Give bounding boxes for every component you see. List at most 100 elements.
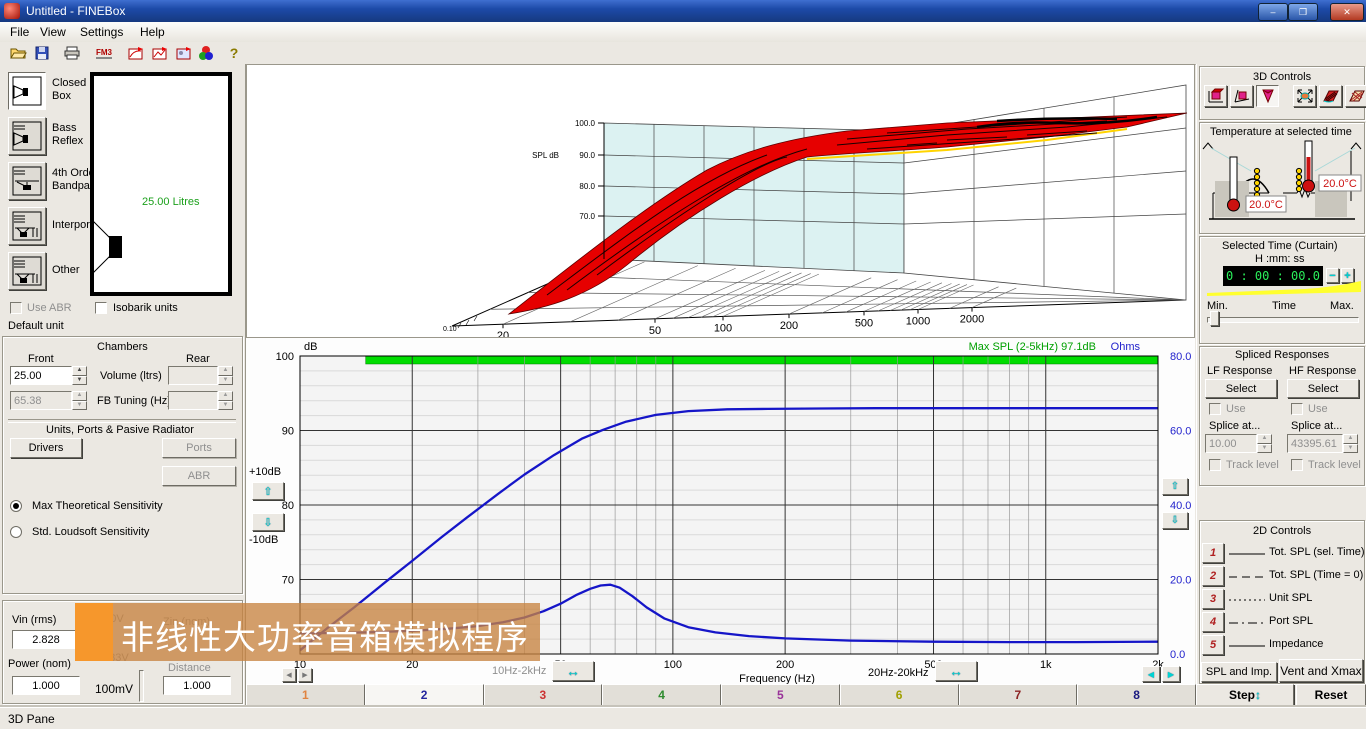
export-graph2-icon[interactable] (150, 44, 170, 62)
curve-3-toggle-button[interactable]: 3 (1202, 589, 1224, 609)
z-axis-title: SPL dB (532, 151, 559, 160)
minimize-button[interactable]: – (1258, 3, 1288, 21)
tab-2[interactable]: 2 (365, 684, 484, 706)
box-type-label: Other (52, 264, 80, 276)
y-axis-tick-label: 70 (282, 575, 294, 587)
curve-number-icon: 2 (1210, 570, 1216, 582)
curve-4-toggle-button[interactable]: 4 (1202, 612, 1224, 632)
shift-up-10db-button[interactable]: ⇧ (252, 482, 284, 500)
front-volume-input[interactable] (10, 366, 72, 385)
pane-3d[interactable]: 100.090.080.070.0SPL dB20501002005001000… (246, 64, 1195, 338)
step-button[interactable]: Step↕ (1196, 684, 1294, 706)
pan-right-button[interactable]: ▶ (1162, 666, 1180, 682)
save-icon[interactable] (32, 44, 52, 62)
menu-settings[interactable]: Settings (76, 25, 127, 39)
menu-view[interactable]: View (36, 25, 70, 39)
imp-scale-down-button[interactable]: ⇩ (1162, 512, 1188, 529)
imp-scale-up-button[interactable]: ⇧ (1162, 478, 1188, 495)
power-input[interactable] (12, 676, 80, 695)
divider (8, 419, 236, 423)
view-3d-cone-button[interactable] (1256, 85, 1279, 107)
view-3d-front-button[interactable] (1204, 85, 1227, 107)
time-slider-thumb[interactable] (1210, 311, 1219, 326)
distance-input[interactable] (163, 676, 231, 695)
menu-file[interactable]: File (6, 25, 33, 39)
legend-line-sample (1229, 643, 1265, 649)
tab-3[interactable]: 3 (484, 684, 603, 706)
drivers-button-label: Drivers (29, 442, 64, 454)
use-abr-label: Use ABR (27, 302, 72, 314)
fit-view-button[interactable] (1293, 85, 1316, 107)
right-thermometer-icon (1303, 141, 1315, 192)
front-volume-spinner[interactable] (72, 366, 87, 385)
cube-axis-icon (1207, 88, 1225, 104)
x-3d-tick-label: 500 (855, 317, 873, 329)
up-arrow-icon: ⇧ (1171, 481, 1179, 492)
view-3d-side-button[interactable] (1230, 85, 1253, 107)
lf-select-button[interactable]: Select (1205, 379, 1277, 398)
legend-line-sample (1229, 620, 1265, 626)
max-sensitivity-radio[interactable] (10, 500, 22, 512)
restore-button[interactable]: ❒ (1288, 3, 1318, 21)
zoom-low-range-button[interactable]: ↔ (552, 661, 594, 681)
level-slider[interactable] (139, 670, 144, 702)
x-3d-tick-label: 50 (649, 325, 661, 337)
vent-and-xmax-button[interactable]: Vent and Xmax (1279, 659, 1363, 682)
spl-and-imp-button[interactable]: SPL and Imp. (1201, 662, 1277, 682)
box-type-interport-button[interactable] (8, 207, 46, 245)
x-3d-tick-label: 200 (780, 320, 798, 332)
ohm-axis-tick-label: 40.0 (1170, 500, 1191, 512)
export-image-icon[interactable] (174, 44, 194, 62)
caption-overlay: 非线性大功率音箱模拟程序 (75, 603, 540, 661)
mv100-label: 100mV (95, 682, 133, 696)
colors-tool-icon[interactable] (196, 44, 216, 62)
export-graph1-icon[interactable] (126, 44, 146, 62)
hf-select-button[interactable]: Select (1287, 379, 1359, 398)
std-sensitivity-radio[interactable] (10, 526, 22, 538)
tab-6[interactable]: 6 (840, 684, 959, 706)
box-type-closed-box-button[interactable] (8, 72, 46, 110)
controls-3d-title: 3D Controls (1253, 71, 1311, 83)
time-slider-track[interactable] (1207, 317, 1359, 323)
closed-box-icon (9, 73, 45, 109)
left-arrow-icon: ◀ (1148, 670, 1154, 679)
tab-1[interactable]: 1 (246, 684, 365, 706)
tab-4[interactable]: 4 (602, 684, 721, 706)
pan-left-button[interactable]: ◀ (1142, 666, 1160, 682)
open-file-icon[interactable] (8, 44, 28, 62)
scroll-right-small-button[interactable]: ▶ (298, 668, 312, 682)
print-icon[interactable] (62, 44, 82, 62)
surface-solid-button[interactable] (1319, 85, 1342, 107)
shift-down-10db-button[interactable]: ⇩ (252, 513, 284, 531)
minimize-icon: – (1270, 7, 1275, 17)
x-axis-line (452, 300, 1186, 326)
title-bar: Untitled - FINEBox – ❒ ✕ (0, 0, 1366, 22)
fm3-tool-icon[interactable]: FM3 (92, 44, 116, 62)
scroll-left-small-button[interactable]: ◀ (282, 668, 296, 682)
zoom-full-range-button[interactable]: ↔ (935, 661, 977, 681)
x-axis-title: Frequency (Hz) (739, 673, 815, 684)
drivers-button[interactable]: Drivers (10, 438, 82, 458)
x-3d-tick-label: 20 (497, 330, 509, 337)
box-type-4th-order-bandpass-button[interactable] (8, 162, 46, 200)
lf-use-label: Use (1226, 403, 1246, 415)
default-unit-label: Default unit (8, 320, 64, 332)
box-type-bass-reflex-button[interactable] (8, 117, 46, 155)
curve-1-toggle-button[interactable]: 1 (1202, 543, 1224, 563)
chambers-title: Chambers (97, 341, 148, 353)
down-arrow-icon: ⇩ (1171, 515, 1179, 526)
isobarik-checkbox[interactable] (95, 302, 107, 314)
surface-wire-button[interactable] (1345, 85, 1366, 107)
help-tool-icon[interactable]: ? (224, 44, 244, 62)
reset-button[interactable]: Reset (1296, 684, 1366, 706)
curve-5-toggle-button[interactable]: 5 (1202, 635, 1224, 655)
box-type-other-button[interactable] (8, 252, 46, 290)
vin-input[interactable] (12, 630, 80, 649)
curve-2-toggle-button[interactable]: 2 (1202, 566, 1224, 586)
tab-8[interactable]: 8 (1077, 684, 1196, 706)
tab-5[interactable]: 5 (721, 684, 840, 706)
floor-gridline (618, 268, 736, 320)
close-button[interactable]: ✕ (1330, 3, 1364, 21)
tab-7[interactable]: 7 (959, 684, 1078, 706)
menu-help[interactable]: Help (136, 25, 169, 39)
